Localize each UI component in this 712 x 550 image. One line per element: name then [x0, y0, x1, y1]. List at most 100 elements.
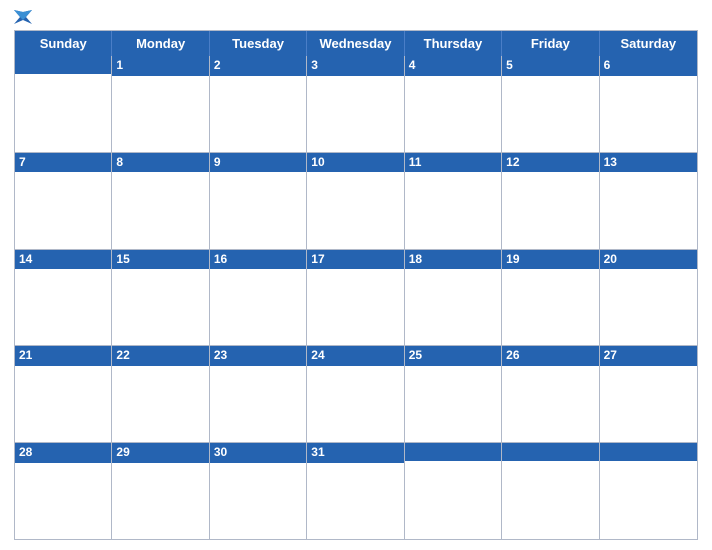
day-header-monday: Monday — [112, 31, 209, 56]
day-number: 24 — [307, 346, 403, 366]
day-content — [307, 463, 403, 539]
day-content — [307, 269, 403, 345]
day-number: 29 — [112, 443, 208, 463]
day-cell-16: 16 — [210, 250, 307, 346]
day-cell-21: 21 — [15, 346, 112, 442]
day-headers-row: SundayMondayTuesdayWednesdayThursdayFrid… — [15, 31, 697, 56]
day-cell-12: 12 — [502, 153, 599, 249]
day-header-wednesday: Wednesday — [307, 31, 404, 56]
day-number: 16 — [210, 250, 306, 270]
day-number: 6 — [600, 56, 697, 76]
day-content — [15, 74, 111, 152]
day-cell-18: 18 — [405, 250, 502, 346]
header — [14, 10, 698, 24]
week-row-1: 78910111213 — [15, 153, 697, 250]
day-number: 17 — [307, 250, 403, 270]
day-number: 21 — [15, 346, 111, 366]
day-header-sunday: Sunday — [15, 31, 112, 56]
day-number: 22 — [112, 346, 208, 366]
day-cell-7: 7 — [15, 153, 112, 249]
day-cell-1: 1 — [112, 56, 209, 152]
week-row-3: 21222324252627 — [15, 346, 697, 443]
day-cell-13: 13 — [600, 153, 697, 249]
day-content — [502, 269, 598, 345]
day-number: 9 — [210, 153, 306, 173]
day-cell-17: 17 — [307, 250, 404, 346]
day-content — [307, 76, 403, 152]
day-cell-28: 28 — [15, 443, 112, 539]
logo — [14, 10, 34, 24]
day-cell-5: 5 — [502, 56, 599, 152]
day-cell-23: 23 — [210, 346, 307, 442]
day-content — [405, 366, 501, 442]
day-number: 5 — [502, 56, 598, 76]
day-content — [405, 172, 501, 248]
day-content — [112, 76, 208, 152]
day-cell-empty — [600, 443, 697, 539]
day-cell-14: 14 — [15, 250, 112, 346]
calendar-grid: SundayMondayTuesdayWednesdayThursdayFrid… — [14, 30, 698, 540]
day-header-thursday: Thursday — [405, 31, 502, 56]
day-content — [405, 461, 501, 539]
week-row-0: 123456 — [15, 56, 697, 153]
day-cell-10: 10 — [307, 153, 404, 249]
day-number — [15, 56, 111, 74]
day-cell-3: 3 — [307, 56, 404, 152]
day-header-saturday: Saturday — [600, 31, 697, 56]
day-content — [210, 366, 306, 442]
day-cell-4: 4 — [405, 56, 502, 152]
day-number — [405, 443, 501, 461]
day-cell-26: 26 — [502, 346, 599, 442]
day-cell-29: 29 — [112, 443, 209, 539]
day-content — [600, 76, 697, 152]
day-cell-15: 15 — [112, 250, 209, 346]
day-content — [112, 463, 208, 539]
day-cell-19: 19 — [502, 250, 599, 346]
day-content — [307, 366, 403, 442]
logo-blue-row — [14, 10, 34, 24]
day-cell-31: 31 — [307, 443, 404, 539]
day-number: 23 — [210, 346, 306, 366]
day-content — [210, 172, 306, 248]
day-content — [600, 366, 697, 442]
day-number: 20 — [600, 250, 697, 270]
day-number: 13 — [600, 153, 697, 173]
day-number: 14 — [15, 250, 111, 270]
day-content — [112, 269, 208, 345]
day-content — [210, 463, 306, 539]
day-number: 27 — [600, 346, 697, 366]
day-content — [405, 269, 501, 345]
day-cell-24: 24 — [307, 346, 404, 442]
day-content — [405, 76, 501, 152]
day-content — [600, 172, 697, 248]
day-number: 25 — [405, 346, 501, 366]
day-number — [600, 443, 697, 461]
day-cell-empty — [502, 443, 599, 539]
weeks-container: 1234567891011121314151617181920212223242… — [15, 56, 697, 539]
day-content — [600, 269, 697, 345]
day-number: 15 — [112, 250, 208, 270]
day-content — [600, 461, 697, 539]
day-number: 8 — [112, 153, 208, 173]
day-content — [502, 76, 598, 152]
day-number: 12 — [502, 153, 598, 173]
day-cell-11: 11 — [405, 153, 502, 249]
day-header-tuesday: Tuesday — [210, 31, 307, 56]
day-cell-30: 30 — [210, 443, 307, 539]
day-number: 2 — [210, 56, 306, 76]
day-cell-6: 6 — [600, 56, 697, 152]
day-number: 18 — [405, 250, 501, 270]
day-number — [502, 443, 598, 461]
day-content — [15, 269, 111, 345]
day-cell-empty — [405, 443, 502, 539]
day-number: 30 — [210, 443, 306, 463]
logo-bird-icon — [14, 10, 32, 24]
day-content — [502, 172, 598, 248]
day-number: 3 — [307, 56, 403, 76]
day-number: 19 — [502, 250, 598, 270]
day-cell-9: 9 — [210, 153, 307, 249]
day-cell-20: 20 — [600, 250, 697, 346]
day-content — [210, 269, 306, 345]
day-number: 1 — [112, 56, 208, 76]
day-cell-2: 2 — [210, 56, 307, 152]
